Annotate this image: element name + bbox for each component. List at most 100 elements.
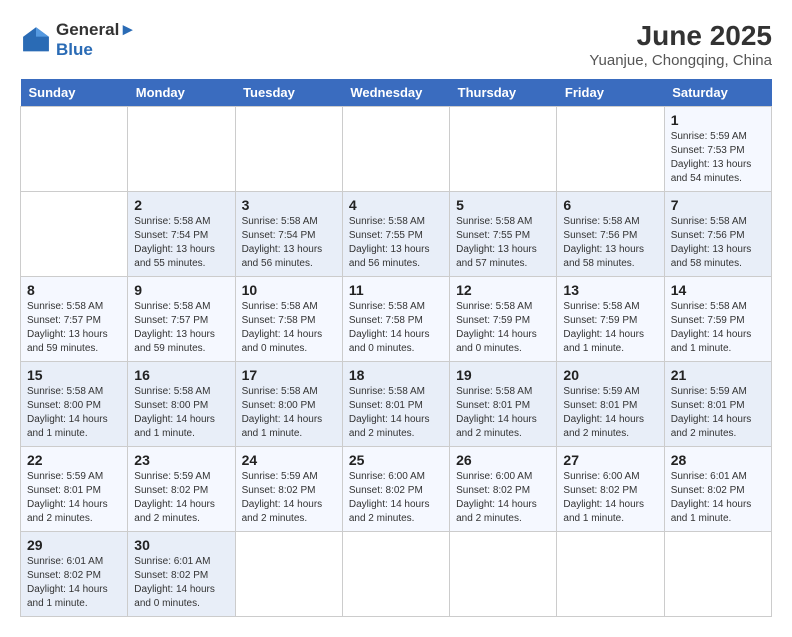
day-info: Sunrise: 6:01 AMSunset: 8:02 PMDaylight:… [134, 555, 228, 611]
empty-cell [21, 192, 128, 277]
empty-cell [342, 107, 449, 192]
page-title: June 2025 [589, 20, 772, 52]
logo-icon [20, 24, 52, 56]
day-number: 7 [671, 197, 765, 213]
day-number: 26 [456, 452, 550, 468]
day-info: Sunrise: 5:59 AMSunset: 8:01 PMDaylight:… [27, 470, 121, 526]
calendar-cell-day-9: 9 Sunrise: 5:58 AMSunset: 7:57 PMDayligh… [128, 277, 235, 362]
calendar-cell-day-23: 23 Sunrise: 5:59 AMSunset: 8:02 PMDaylig… [128, 447, 235, 532]
day-info: Sunrise: 5:58 AMSunset: 7:55 PMDaylight:… [456, 215, 550, 271]
calendar-cell-day-17: 17 Sunrise: 5:58 AMSunset: 8:00 PMDaylig… [235, 362, 342, 447]
calendar-cell-day-20: 20 Sunrise: 5:59 AMSunset: 8:01 PMDaylig… [557, 362, 664, 447]
day-number: 2 [134, 197, 228, 213]
calendar-cell-day-18: 18 Sunrise: 5:58 AMSunset: 8:01 PMDaylig… [342, 362, 449, 447]
day-info: Sunrise: 5:58 AMSunset: 7:59 PMDaylight:… [563, 300, 657, 356]
week-row-1: 2 Sunrise: 5:58 AMSunset: 7:54 PMDayligh… [21, 192, 772, 277]
day-info: Sunrise: 6:00 AMSunset: 8:02 PMDaylight:… [563, 470, 657, 526]
day-number: 3 [242, 197, 336, 213]
empty-cell [235, 532, 342, 617]
day-info: Sunrise: 5:58 AMSunset: 8:00 PMDaylight:… [242, 385, 336, 441]
day-info: Sunrise: 5:58 AMSunset: 7:57 PMDaylight:… [27, 300, 121, 356]
day-info: Sunrise: 5:59 AMSunset: 8:02 PMDaylight:… [134, 470, 228, 526]
day-info: Sunrise: 5:58 AMSunset: 7:54 PMDaylight:… [242, 215, 336, 271]
day-number: 5 [456, 197, 550, 213]
page-header: General► Blue June 2025 Yuanjue, Chongqi… [20, 20, 772, 69]
calendar-cell-day-11: 11 Sunrise: 5:58 AMSunset: 7:58 PMDaylig… [342, 277, 449, 362]
day-info: Sunrise: 5:59 AMSunset: 8:01 PMDaylight:… [563, 385, 657, 441]
calendar-cell-day-16: 16 Sunrise: 5:58 AMSunset: 8:00 PMDaylig… [128, 362, 235, 447]
empty-cell [664, 532, 771, 617]
day-number: 29 [27, 537, 121, 553]
empty-cell [450, 532, 557, 617]
empty-cell [235, 107, 342, 192]
day-number: 17 [242, 367, 336, 383]
day-info: Sunrise: 6:01 AMSunset: 8:02 PMDaylight:… [27, 555, 121, 611]
calendar-cell-day-28: 28 Sunrise: 6:01 AMSunset: 8:02 PMDaylig… [664, 447, 771, 532]
calendar-cell-day-27: 27 Sunrise: 6:00 AMSunset: 8:02 PMDaylig… [557, 447, 664, 532]
week-row-5: 29 Sunrise: 6:01 AMSunset: 8:02 PMDaylig… [21, 532, 772, 617]
week-row-0: 1 Sunrise: 5:59 AMSunset: 7:53 PMDayligh… [21, 107, 772, 192]
day-number: 11 [349, 282, 443, 298]
day-number: 19 [456, 367, 550, 383]
week-row-3: 15 Sunrise: 5:58 AMSunset: 8:00 PMDaylig… [21, 362, 772, 447]
day-number: 14 [671, 282, 765, 298]
calendar-cell-day-25: 25 Sunrise: 6:00 AMSunset: 8:02 PMDaylig… [342, 447, 449, 532]
calendar-cell-day-26: 26 Sunrise: 6:00 AMSunset: 8:02 PMDaylig… [450, 447, 557, 532]
day-info: Sunrise: 5:58 AMSunset: 8:01 PMDaylight:… [349, 385, 443, 441]
weekday-header-tuesday: Tuesday [235, 79, 342, 107]
weekday-header-row: SundayMondayTuesdayWednesdayThursdayFrid… [21, 79, 772, 107]
empty-cell [557, 532, 664, 617]
calendar-cell-day-4: 4 Sunrise: 5:58 AMSunset: 7:55 PMDayligh… [342, 192, 449, 277]
calendar-table: SundayMondayTuesdayWednesdayThursdayFrid… [20, 79, 772, 617]
calendar-cell-day-15: 15 Sunrise: 5:58 AMSunset: 8:00 PMDaylig… [21, 362, 128, 447]
day-number: 1 [671, 112, 765, 128]
day-number: 30 [134, 537, 228, 553]
day-info: Sunrise: 6:01 AMSunset: 8:02 PMDaylight:… [671, 470, 765, 526]
week-row-4: 22 Sunrise: 5:59 AMSunset: 8:01 PMDaylig… [21, 447, 772, 532]
calendar-cell-day-8: 8 Sunrise: 5:58 AMSunset: 7:57 PMDayligh… [21, 277, 128, 362]
calendar-cell-day-14: 14 Sunrise: 5:58 AMSunset: 7:59 PMDaylig… [664, 277, 771, 362]
week-row-2: 8 Sunrise: 5:58 AMSunset: 7:57 PMDayligh… [21, 277, 772, 362]
day-info: Sunrise: 5:58 AMSunset: 7:56 PMDaylight:… [563, 215, 657, 271]
day-info: Sunrise: 5:58 AMSunset: 8:00 PMDaylight:… [134, 385, 228, 441]
calendar-cell-day-30: 30 Sunrise: 6:01 AMSunset: 8:02 PMDaylig… [128, 532, 235, 617]
day-number: 23 [134, 452, 228, 468]
day-number: 22 [27, 452, 121, 468]
calendar-cell-day-10: 10 Sunrise: 5:58 AMSunset: 7:58 PMDaylig… [235, 277, 342, 362]
day-info: Sunrise: 5:58 AMSunset: 7:54 PMDaylight:… [134, 215, 228, 271]
day-info: Sunrise: 5:59 AMSunset: 8:01 PMDaylight:… [671, 385, 765, 441]
logo-text: General► Blue [56, 20, 136, 60]
day-number: 24 [242, 452, 336, 468]
calendar-cell-day-19: 19 Sunrise: 5:58 AMSunset: 8:01 PMDaylig… [450, 362, 557, 447]
day-info: Sunrise: 5:58 AMSunset: 7:57 PMDaylight:… [134, 300, 228, 356]
calendar-cell-day-13: 13 Sunrise: 5:58 AMSunset: 7:59 PMDaylig… [557, 277, 664, 362]
calendar-cell-day-1: 1 Sunrise: 5:59 AMSunset: 7:53 PMDayligh… [664, 107, 771, 192]
weekday-header-wednesday: Wednesday [342, 79, 449, 107]
empty-cell [128, 107, 235, 192]
day-info: Sunrise: 5:58 AMSunset: 7:56 PMDaylight:… [671, 215, 765, 271]
calendar-cell-day-29: 29 Sunrise: 6:01 AMSunset: 8:02 PMDaylig… [21, 532, 128, 617]
day-number: 27 [563, 452, 657, 468]
day-info: Sunrise: 5:59 AMSunset: 8:02 PMDaylight:… [242, 470, 336, 526]
empty-cell [557, 107, 664, 192]
day-number: 13 [563, 282, 657, 298]
day-number: 15 [27, 367, 121, 383]
empty-cell [342, 532, 449, 617]
day-info: Sunrise: 5:58 AMSunset: 8:01 PMDaylight:… [456, 385, 550, 441]
day-number: 21 [671, 367, 765, 383]
calendar-cell-day-3: 3 Sunrise: 5:58 AMSunset: 7:54 PMDayligh… [235, 192, 342, 277]
weekday-header-friday: Friday [557, 79, 664, 107]
calendar-cell-day-12: 12 Sunrise: 5:58 AMSunset: 7:59 PMDaylig… [450, 277, 557, 362]
day-number: 25 [349, 452, 443, 468]
calendar-cell-day-21: 21 Sunrise: 5:59 AMSunset: 8:01 PMDaylig… [664, 362, 771, 447]
weekday-header-sunday: Sunday [21, 79, 128, 107]
calendar-cell-day-7: 7 Sunrise: 5:58 AMSunset: 7:56 PMDayligh… [664, 192, 771, 277]
day-number: 16 [134, 367, 228, 383]
day-info: Sunrise: 6:00 AMSunset: 8:02 PMDaylight:… [456, 470, 550, 526]
day-number: 10 [242, 282, 336, 298]
day-info: Sunrise: 5:58 AMSunset: 8:00 PMDaylight:… [27, 385, 121, 441]
day-number: 4 [349, 197, 443, 213]
day-number: 28 [671, 452, 765, 468]
day-info: Sunrise: 5:59 AMSunset: 7:53 PMDaylight:… [671, 130, 765, 186]
weekday-header-thursday: Thursday [450, 79, 557, 107]
